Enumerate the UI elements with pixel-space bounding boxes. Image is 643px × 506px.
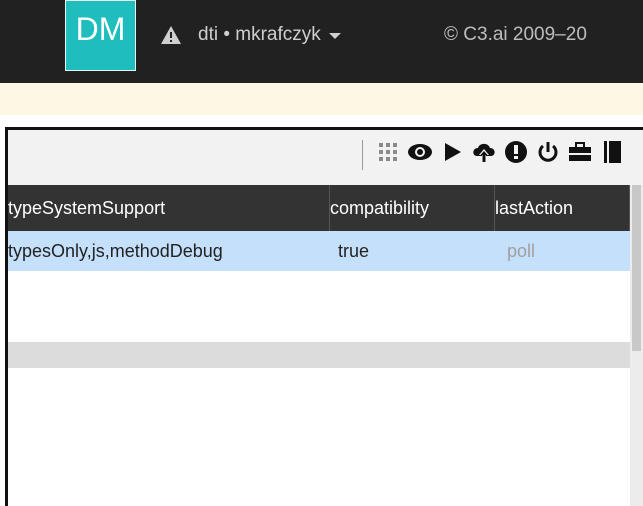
upload-cloud-icon[interactable] <box>470 138 498 166</box>
cell-compatibility: true <box>338 241 370 261</box>
notebook-icon[interactable] <box>598 138 626 166</box>
vertical-scrollbar[interactable] <box>630 185 643 506</box>
grid-toolbar <box>8 130 643 185</box>
scrollbar-thumb[interactable] <box>632 185 641 351</box>
toolbar-divider <box>362 140 363 170</box>
column-header-compatibility[interactable]: compatibility <box>330 185 495 231</box>
app-logo[interactable]: DM <box>65 0 136 71</box>
cell-lastaction: poll <box>507 241 536 261</box>
column-header-typesystemsupport[interactable]: typeSystemSupport <box>8 185 330 231</box>
caret-down-icon <box>328 33 341 39</box>
cell-typesystemsupport: typesOnly,js,methodDebug <box>8 241 223 261</box>
top-navbar: DM dti • mkrafczyk © C3.ai 2009–20 <box>0 0 643 83</box>
table-header: typeSystemSupport compatibility lastActi… <box>8 185 630 231</box>
grid-icon[interactable] <box>374 138 402 166</box>
horizontal-scrollbar[interactable] <box>8 342 630 368</box>
environment-label: dti • mkrafczyk <box>198 24 321 45</box>
copyright-text: © C3.ai 2009–20 <box>444 24 587 45</box>
environment-menu[interactable]: dti • mkrafczyk <box>160 18 341 52</box>
table-row[interactable]: typesOnly,js,methodDebug true poll <box>8 231 630 271</box>
alert-icon[interactable] <box>502 138 530 166</box>
power-icon[interactable] <box>534 138 562 166</box>
briefcase-icon[interactable] <box>566 138 594 166</box>
warning-icon <box>161 26 181 44</box>
eye-icon[interactable] <box>406 138 434 166</box>
notice-bar <box>0 83 643 115</box>
column-header-lastaction[interactable]: lastAction <box>495 185 630 231</box>
play-icon[interactable] <box>438 138 466 166</box>
